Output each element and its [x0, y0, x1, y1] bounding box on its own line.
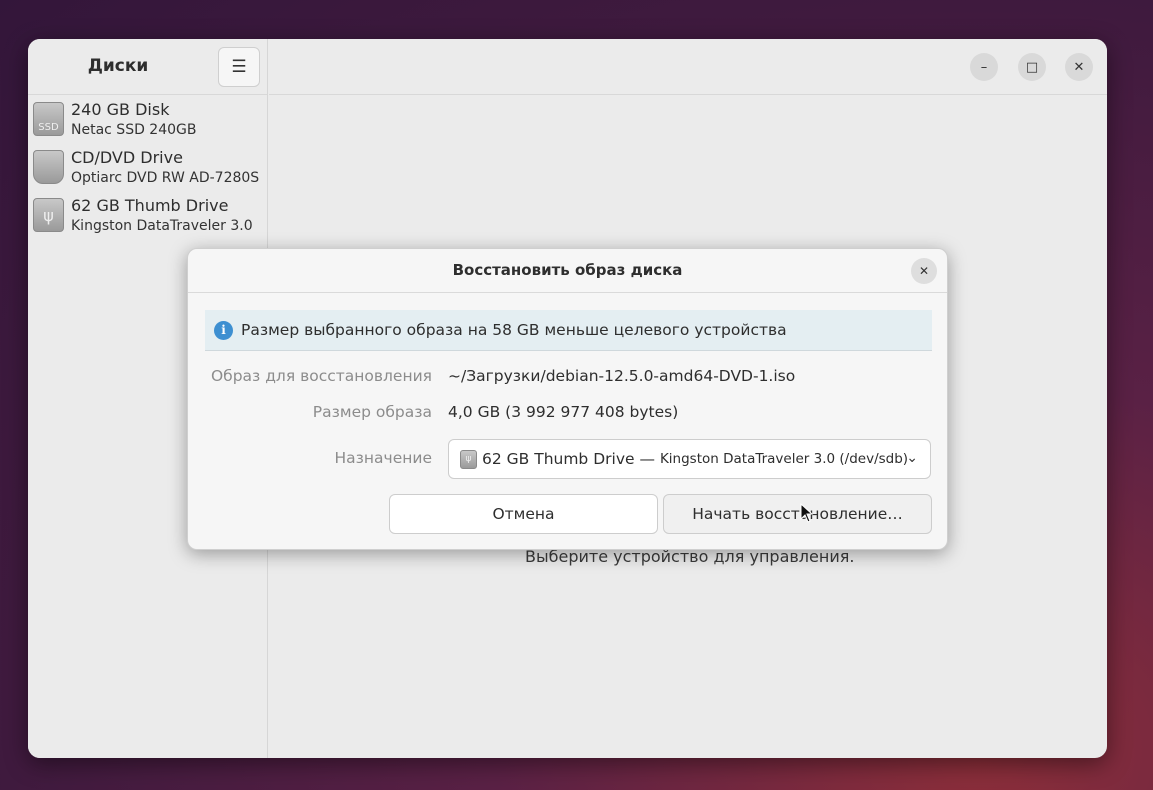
mouse-cursor-icon [800, 503, 814, 523]
close-icon: ✕ [1073, 59, 1085, 75]
hamburger-icon: ☰ [231, 57, 247, 77]
disk-item-ssd[interactable]: SSD 240 GB Disk Netac SSD 240GB [28, 97, 268, 143]
info-icon: i [214, 320, 233, 340]
image-size-label: Размер образа [312, 403, 432, 421]
minimize-icon: – [980, 59, 988, 75]
restore-image-dialog: Восстановить образ диска ✕ i Размер выбр… [187, 248, 948, 550]
minimize-button[interactable]: – [970, 53, 998, 81]
image-label: Образ для восстановления [210, 367, 432, 385]
maximize-button[interactable]: □ [1018, 53, 1046, 81]
disk-name: CD/DVD Drive [71, 148, 183, 167]
maximize-icon: □ [1025, 59, 1039, 75]
disk-model: Netac SSD 240GB [71, 122, 197, 138]
destination-name: 62 GB Thumb Drive — [482, 450, 655, 468]
dialog-header: Восстановить образ диска ✕ [188, 249, 947, 293]
disk-name: 62 GB Thumb Drive [71, 196, 229, 215]
disk-model: Optiarc DVD RW AD-7280S [71, 170, 260, 186]
main-menu-button[interactable]: ☰ [218, 47, 260, 87]
image-size-value: 4,0 GB (3 992 977 408 bytes) [448, 403, 679, 421]
disk-item-cd-dvd[interactable]: CD/DVD Drive Optiarc DVD RW AD-7280S [28, 145, 268, 191]
optical-drive-icon [33, 150, 64, 184]
close-icon: ✕ [918, 264, 930, 278]
destination-label: Назначение [334, 449, 432, 467]
disk-model: Kingston DataTraveler 3.0 [71, 218, 253, 234]
close-window-button[interactable]: ✕ [1065, 53, 1093, 81]
disk-name: 240 GB Disk [71, 100, 170, 119]
dialog-close-button[interactable]: ✕ [911, 258, 937, 284]
usb-drive-icon: ψ [33, 198, 64, 232]
content-header: – □ ✕ [269, 39, 1107, 95]
destination-model: Kingston DataTraveler 3.0 (/dev/sdb) [659, 451, 909, 467]
ssd-icon: SSD [33, 102, 64, 136]
start-restore-button[interactable]: Начать восстановление… [663, 494, 932, 534]
app-title: Диски [87, 56, 149, 76]
sidebar-header: Диски ☰ [28, 39, 267, 95]
destination-select[interactable]: ψ 62 GB Thumb Drive — Kingston DataTrave… [448, 439, 931, 479]
info-message: Размер выбранного образа на 58 GB меньше… [241, 321, 787, 339]
cancel-button[interactable]: Отмена [389, 494, 658, 534]
chevron-down-icon: ⌄ [906, 450, 918, 466]
disk-item-thumb-drive[interactable]: ψ 62 GB Thumb Drive Kingston DataTravele… [28, 193, 268, 239]
image-path: ~/Загрузки/debian-12.5.0-amd64-DVD-1.iso [448, 367, 796, 385]
info-bar: i Размер выбранного образа на 58 GB мень… [205, 310, 932, 351]
dialog-title: Восстановить образ диска [452, 261, 683, 279]
usb-drive-icon: ψ [460, 449, 477, 469]
